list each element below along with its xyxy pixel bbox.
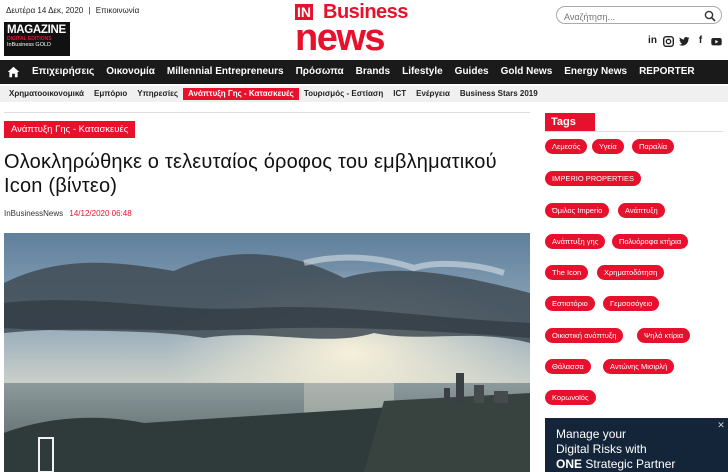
subnav-item[interactable]: Business Stars 2019: [455, 88, 543, 100]
nav-item-gold-news[interactable]: Gold News: [495, 60, 559, 84]
date-line: Δευτέρα 14 Δεκ, 2020 | Επικοινωνία: [6, 6, 139, 15]
subnav-item[interactable]: Ενέργεια: [411, 88, 455, 100]
tag-pill[interactable]: Λεμεσός: [545, 139, 588, 154]
nav-item-lifestyle[interactable]: Lifestyle: [396, 60, 449, 84]
category-badge[interactable]: Ανάπτυξη Γης - Κατασκευές: [4, 121, 136, 138]
tag-pill[interactable]: Εστιατόριο: [545, 296, 595, 311]
tag-pill[interactable]: Κορωνοϊός: [545, 390, 596, 405]
search-box: [556, 6, 722, 25]
nav-item-brands[interactable]: Brands: [350, 60, 396, 84]
tag-pill[interactable]: Αντώνης Μισιρλή: [603, 359, 675, 374]
subnav-item[interactable]: Χρηματοοικονομικά: [4, 88, 89, 100]
magazine-logo-gold: InBusiness GOLD: [7, 42, 52, 48]
ad-line-1: Manage your: [556, 427, 627, 441]
subnav-item[interactable]: Υπηρεσίες: [132, 88, 183, 100]
nav-item-prosopa[interactable]: Πρόσωπα: [290, 60, 350, 84]
contact-link[interactable]: Επικοινωνία: [96, 6, 139, 15]
tags-heading: Tags: [545, 113, 595, 131]
content-divider: [4, 112, 530, 113]
magazine-logo[interactable]: MAGAZINE DIGITAL EDITIONS InBusiness GOL…: [4, 22, 70, 56]
nav-item-oikonomia[interactable]: Οικονομία: [100, 60, 161, 84]
tag-pill[interactable]: Παραλία: [632, 139, 675, 154]
subnav-item-active[interactable]: Ανάπτυξη Γης - Κατασκευές: [183, 88, 299, 100]
social-links: in f: [647, 34, 722, 48]
youtube-icon[interactable]: [711, 34, 722, 48]
tag-pill[interactable]: Οικιστική ανάπτυξη: [545, 328, 624, 343]
subnav-item[interactable]: Εμπόριο: [89, 88, 132, 100]
hero-photo: [4, 233, 530, 472]
tag-pill[interactable]: Υγεία: [592, 139, 624, 154]
ad-line-3-bold: ONE: [556, 457, 583, 471]
ad-line-2: Digital Risks with: [556, 442, 647, 456]
article-author[interactable]: InBusinessNews: [4, 209, 63, 218]
current-date: Δευτέρα 14 Δεκ, 2020: [6, 6, 84, 15]
facebook-icon[interactable]: f: [695, 34, 706, 48]
nav-item-energy-news[interactable]: Energy News: [558, 60, 633, 84]
home-icon[interactable]: [0, 60, 26, 84]
tag-pill[interactable]: Χρηματοδότηση: [597, 265, 665, 280]
nav-item-epixeiriseis[interactable]: Επιχειρήσεις: [26, 60, 100, 84]
tag-pill[interactable]: IMPERIO PROPERTIES: [545, 171, 641, 186]
tag-pill[interactable]: Όμιλος Imperio: [545, 203, 610, 218]
sidebar-ad[interactable]: Manage your Digital Risks with ONE Strat…: [545, 418, 728, 472]
tag-pill[interactable]: Θάλασσα: [545, 359, 591, 374]
nav-item-guides[interactable]: Guides: [449, 60, 495, 84]
instagram-icon[interactable]: [662, 34, 675, 48]
sub-nav: Χρηματοοικονομικά Εμπόριο Υπηρεσίες Ανάπ…: [0, 86, 728, 102]
nav-item-millennial[interactable]: Millennial Entrepreneurs: [161, 60, 290, 84]
article-date: 14/12/2020 06:48: [69, 209, 132, 218]
search-input[interactable]: [557, 9, 697, 25]
tag-pill[interactable]: Ανάπτυξη γης: [545, 234, 606, 249]
tag-pill[interactable]: Ψηλά κτίρια: [637, 328, 691, 343]
article-hero-image[interactable]: [4, 233, 530, 472]
article-meta: InBusinessNews 14/12/2020 06:48: [4, 209, 132, 218]
logo-news: news: [295, 17, 386, 59]
magazine-logo-title: MAGAZINE: [7, 24, 66, 36]
tag-pill[interactable]: The Icon: [545, 265, 589, 280]
article-title: Ολοκληρώθηκε ο τελευταίος όροφος του εμβ…: [4, 151, 497, 197]
date-separator: |: [88, 6, 91, 15]
nav-item-reporter[interactable]: REPORTER: [633, 60, 701, 84]
site-logo[interactable]: IN Business news: [295, 2, 425, 59]
tag-pill[interactable]: Ανάπτυξη: [618, 203, 665, 218]
ad-line-3: ONE Strategic Partner: [556, 457, 675, 471]
tag-pill[interactable]: Πολυόροφα κτήρια: [612, 234, 689, 249]
tag-pill[interactable]: Γεμσοσόγειο: [603, 296, 660, 311]
twitter-icon[interactable]: [679, 34, 690, 48]
tags-divider: [545, 131, 723, 132]
top-bar: Δευτέρα 14 Δεκ, 2020 | Επικοινωνία MAGAZ…: [0, 0, 728, 58]
main-nav: Επιχειρήσεις Οικονομία Millennial Entrep…: [0, 60, 728, 84]
subnav-item[interactable]: Τουρισμός - Εστίαση: [299, 88, 388, 100]
ad-line-3-rest: Strategic Partner: [585, 457, 676, 471]
ad-close-icon[interactable]: ✕: [716, 420, 726, 430]
linkedin-icon[interactable]: in: [647, 34, 658, 48]
subnav-item[interactable]: ICT: [388, 88, 411, 100]
search-icon[interactable]: [704, 9, 716, 22]
